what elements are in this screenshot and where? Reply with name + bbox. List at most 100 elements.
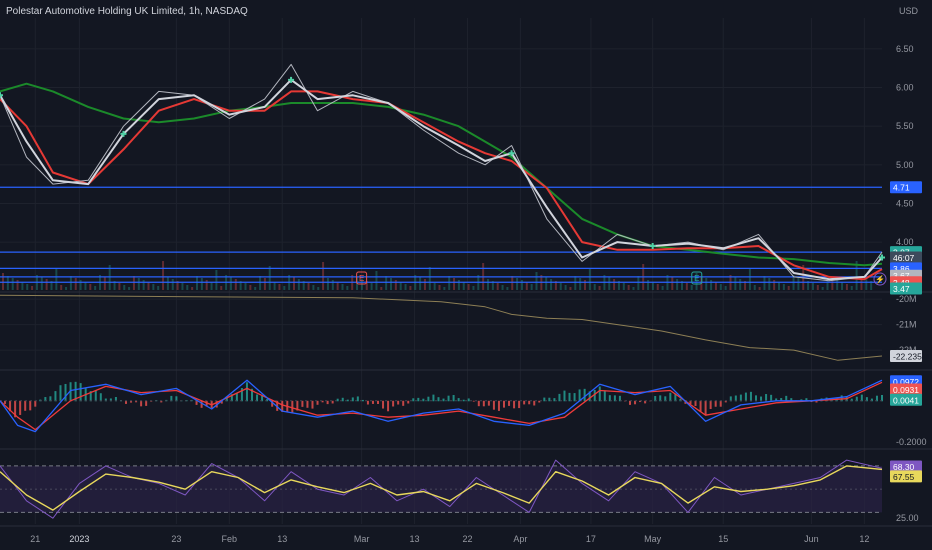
volume-bar — [574, 276, 577, 290]
macd-hist-bar — [598, 386, 601, 402]
macd-hist-bar — [34, 400, 37, 407]
volume-bar — [317, 287, 320, 290]
volume-bar — [559, 283, 562, 290]
volume-bar — [45, 279, 48, 290]
volume-bar — [390, 278, 392, 290]
macd-hist-bar — [467, 398, 470, 402]
volume-bar — [263, 278, 266, 290]
macd-hist-bar — [382, 400, 385, 409]
volume-bar — [753, 285, 756, 290]
volume-bar — [535, 272, 538, 290]
macd-hist-bar — [235, 393, 238, 402]
volume-bar — [462, 282, 465, 290]
event-marker-label: ⚡ — [875, 274, 885, 284]
x-tick-label: Feb — [222, 534, 238, 544]
macd-histogram — [0, 381, 883, 418]
macd-hist-bar — [568, 392, 571, 402]
macd-hist-bar — [709, 400, 712, 410]
volume-bar — [656, 284, 659, 290]
volume-bar — [593, 284, 596, 290]
volume-bar — [399, 282, 402, 290]
volume-bar — [229, 277, 232, 290]
macd-hist-bar — [402, 400, 405, 406]
volume-bar — [758, 287, 761, 290]
macd-hist-bar — [397, 400, 400, 405]
volume-bar — [26, 284, 29, 290]
volume-bar — [171, 279, 174, 290]
x-tick-label: 12 — [859, 534, 869, 544]
macd-hist-bar — [99, 393, 102, 402]
volume-bar — [516, 278, 519, 290]
x-tick-label: 17 — [586, 534, 596, 544]
macd-hist-bar — [442, 398, 445, 402]
volume-bar — [128, 287, 131, 290]
volume-bar — [210, 282, 213, 290]
volume-bar — [530, 284, 533, 290]
macd-hist-bar — [563, 390, 566, 402]
macd-hist-bar — [508, 400, 511, 406]
volume-bar — [501, 285, 504, 290]
volume-bar — [11, 278, 14, 290]
volume-bar — [220, 286, 223, 290]
macd-hist-bar — [518, 400, 521, 409]
volume-bar — [162, 261, 165, 290]
volume-bar — [152, 284, 155, 290]
macd-hist-bar — [341, 397, 344, 402]
volume-bar — [336, 282, 339, 290]
y-tick-label: 4.50 — [896, 198, 914, 208]
macd-hist-bar — [351, 397, 354, 402]
volume-bar — [293, 277, 295, 290]
macd-hist-bar — [765, 394, 768, 402]
macd-hist-bar — [54, 391, 57, 402]
macd-label-2: 0.0041 — [893, 395, 919, 405]
macd-hist-bar — [377, 400, 379, 404]
y-tick-label: 5.00 — [896, 160, 914, 170]
macd-hist-bar — [140, 400, 143, 407]
volume-bar — [637, 276, 640, 290]
volume-bar — [132, 276, 135, 290]
volume-bar — [428, 267, 431, 290]
macd-hist-bar — [145, 400, 148, 406]
macd-hist-bar — [24, 400, 27, 411]
volume-bar — [273, 282, 276, 290]
volume-bar — [787, 286, 790, 290]
macd-hist-bar — [704, 400, 707, 416]
volume-bar — [244, 283, 247, 290]
macd-hist-bar — [427, 396, 430, 402]
macd-hist-bar — [311, 400, 314, 409]
x-tick-label: Apr — [513, 534, 527, 544]
rsi-label-1: 67.55 — [893, 472, 915, 482]
macd-hist-bar — [558, 393, 561, 402]
obv-last-label: -22.235M — [893, 352, 929, 362]
volume-bar — [773, 280, 776, 290]
y-tick-label: 6.50 — [896, 44, 914, 54]
volume-bar — [782, 284, 785, 290]
price-label-0: 4.71 — [893, 183, 910, 193]
volume-bar — [647, 280, 650, 290]
volume-bar — [811, 283, 814, 290]
macd-hist-bar — [195, 400, 198, 405]
volume-bar — [651, 282, 654, 290]
volume-bar — [186, 285, 189, 290]
macd-hist-bar — [64, 383, 67, 402]
volume-bar — [525, 282, 528, 290]
volume-bar — [79, 280, 82, 290]
volume-bar — [380, 287, 383, 290]
volume-bar — [588, 268, 591, 290]
volume-bar — [724, 286, 727, 290]
macd-hist-bar — [447, 395, 450, 402]
volume-bar — [137, 278, 140, 290]
macd-hist-bar — [477, 400, 480, 407]
volume-bar — [254, 287, 257, 290]
macd-hist-bar — [29, 400, 32, 411]
macd-signal-line — [0, 381, 883, 431]
volume-bar — [69, 276, 72, 290]
volume-bar — [157, 286, 160, 290]
x-tick-label: 23 — [171, 534, 181, 544]
macd-hist-bar — [497, 400, 500, 411]
chart-canvas[interactable]: 21 2023 23 Feb 13 Mar 13 22 Apr 17 May 15 Jun 12 6.50 6… — [0, 0, 932, 550]
volume-bar — [6, 276, 9, 290]
fast-ma-line — [0, 78, 883, 281]
price-line — [0, 63, 883, 282]
volume-bar — [739, 279, 742, 290]
